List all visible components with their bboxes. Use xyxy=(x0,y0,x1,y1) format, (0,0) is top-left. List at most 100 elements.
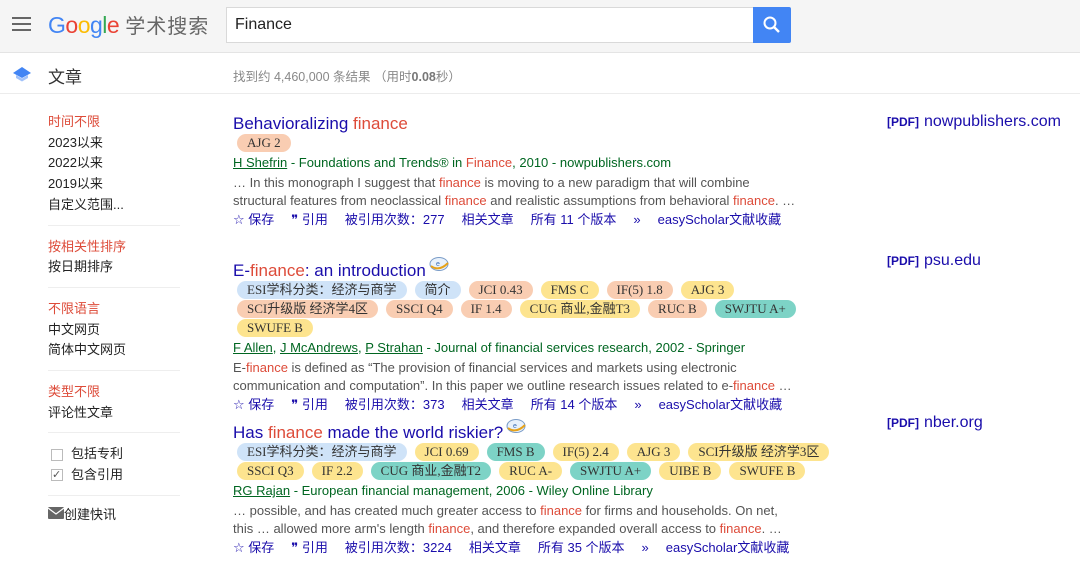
ranking-tag: IF(5) 2.4 xyxy=(552,443,619,461)
ranking-tags: ESI学科分类：经济与商学 JCI 0.69 FMS B IF(5) 2.4 AJG 3… xyxy=(237,443,867,481)
result-title-link[interactable]: Behavioralizing finance xyxy=(233,113,873,135)
ranking-tag: IF(5) 1.8 xyxy=(606,281,673,299)
result-title-link[interactable]: Has finance made the world riskier? e xyxy=(233,418,873,444)
save-button[interactable]: ☆ 保存 xyxy=(233,395,274,415)
related-articles-link[interactable]: 相关文章 xyxy=(462,210,514,230)
text-segment: - Foundations and Trends® in xyxy=(287,155,466,170)
result-actions: ☆ 保存 ❞ 引用 被引用次数：373 相关文章 所有 14 个版本 » easySchol… xyxy=(233,395,873,415)
easyscholar-icon[interactable]: e xyxy=(505,418,527,440)
filter-option[interactable]: 不限语言 xyxy=(48,299,180,320)
filter-option[interactable]: 2022以来 xyxy=(48,153,180,174)
text-segment: - Journal of financial services research… xyxy=(422,340,746,355)
all-versions-link[interactable]: 所有 35 个版本 xyxy=(538,538,625,558)
highlight-term: finance xyxy=(733,378,775,393)
ranking-tag: 简介 xyxy=(414,281,461,299)
text-segment: … xyxy=(774,378,792,393)
easyscholar-save-link[interactable]: easyScholar文献收藏 xyxy=(666,538,790,558)
search-result: Has finance made the world riskier? e ESI学… xyxy=(233,418,873,558)
result-authors-source: H Shefrin - Foundations and Trends® in F… xyxy=(233,154,873,172)
filter-group: 按相关性排序 按日期排序 xyxy=(48,237,180,288)
more-icon[interactable]: » xyxy=(642,538,649,558)
checkbox-group: 包括专利 ✓ 包含引用 xyxy=(48,444,180,496)
highlight-term: finance xyxy=(250,261,305,280)
checkbox[interactable]: ✓ xyxy=(51,469,63,482)
separator: , xyxy=(272,340,280,355)
related-articles-link[interactable]: 相关文章 xyxy=(469,538,521,558)
header: Google 学术搜索 xyxy=(0,0,1080,53)
cite-label: 引用 xyxy=(301,212,328,227)
easyscholar-save-link[interactable]: easyScholar文献收藏 xyxy=(658,210,782,230)
pdf-link[interactable]: [PDF] nber.org xyxy=(887,414,983,432)
save-button[interactable]: ☆ 保存 xyxy=(233,210,274,230)
filter-option[interactable]: 时间不限 xyxy=(48,112,180,133)
filter-option[interactable]: 按日期排序 xyxy=(48,257,180,278)
search-input[interactable] xyxy=(226,7,754,43)
checkbox-label: 包含引用 xyxy=(71,467,124,483)
ranking-tag: CUG 商业,金融T3 xyxy=(519,300,641,318)
filter-option[interactable]: 简体中文网页 xyxy=(48,340,180,361)
more-icon[interactable]: » xyxy=(633,210,640,230)
all-versions-link[interactable]: 所有 11 个版本 xyxy=(531,210,617,230)
result-stats: 找到约 4,460,000 条结果 （用时0.08秒） xyxy=(233,66,461,85)
svg-text:e: e xyxy=(513,423,517,430)
author-link[interactable]: F Allen xyxy=(233,340,273,355)
filter-option[interactable]: 类型不限 xyxy=(48,382,180,403)
ranking-tag: SCI升级版 经济学3区 xyxy=(688,443,830,461)
checkbox[interactable] xyxy=(51,448,63,461)
highlight-term: finance xyxy=(444,193,487,208)
section-articles[interactable]: 文章 xyxy=(48,63,82,88)
cited-by-link[interactable]: 被引用次数：373 xyxy=(345,395,445,415)
filter-option[interactable]: 中文网页 xyxy=(48,320,180,341)
save-button[interactable]: ☆ 保存 xyxy=(233,538,274,558)
cite-button[interactable]: ❞ 引用 xyxy=(291,210,328,230)
stats-prefix: 找到约 4,460,000 条结果 （用时 xyxy=(233,70,412,84)
ranking-tag: SWJTU A+ xyxy=(570,462,652,480)
cited-by-link[interactable]: 被引用次数：3224 xyxy=(345,538,452,558)
filter-option[interactable]: 自定义范围... xyxy=(48,195,180,216)
highlight-term: finance xyxy=(733,193,775,208)
ranking-tags: ESI学科分类：经济与商学 简介 JCI 0.43 FMS C IF(5) 1.8 AJG… xyxy=(237,281,867,338)
create-alert-link[interactable]: 创建快讯 xyxy=(47,505,180,526)
highlight-term: finance xyxy=(719,521,762,536)
quote-icon: ❞ xyxy=(291,212,302,227)
pdf-link[interactable]: [PDF] nowpublishers.com xyxy=(887,113,1061,131)
text-segment: … possible, and has created much greater… xyxy=(233,503,541,518)
snippet-line: communication and computation”. In this … xyxy=(233,377,873,395)
filter-option[interactable]: 2023以来 xyxy=(48,133,180,154)
easyscholar-icon[interactable]: e xyxy=(428,256,450,278)
all-versions-link[interactable]: 所有 14 个版本 xyxy=(531,395,618,415)
highlight-term: finance xyxy=(353,114,408,133)
text-segment: - European financial management, 2006 - … xyxy=(290,483,653,498)
checkbox-option[interactable]: ✓ 包含引用 xyxy=(48,465,180,486)
checkbox-option[interactable]: 包括专利 xyxy=(48,444,180,465)
snippet-line: E-finance is defined as “The provision o… xyxy=(233,359,873,377)
filter-option[interactable]: 评论性文章 xyxy=(48,403,180,424)
pdf-link[interactable]: [PDF] psu.edu xyxy=(887,252,981,270)
google-scholar-logo[interactable]: Google 学术搜索 xyxy=(48,10,209,39)
cite-button[interactable]: ❞ 引用 xyxy=(291,538,328,558)
filter-option[interactable]: 按相关性排序 xyxy=(48,237,180,258)
text-segment: , and therefore expanded overall access … xyxy=(470,521,720,536)
cited-by-link[interactable]: 被引用次数：277 xyxy=(345,210,445,230)
ranking-tag: RUC A- xyxy=(499,462,563,480)
ranking-tag: UIBE B xyxy=(659,462,722,480)
author-link[interactable]: H Shefrin xyxy=(233,155,287,170)
author-link[interactable]: J McAndrews xyxy=(280,340,358,355)
author-link[interactable]: P Strahan xyxy=(365,340,423,355)
author-link[interactable]: RG Rajan xyxy=(233,483,290,498)
menu-icon[interactable] xyxy=(12,17,31,31)
result-snippet: … In this monograph I suggest that finan… xyxy=(233,174,873,210)
related-articles-link[interactable]: 相关文章 xyxy=(462,395,514,415)
highlight-term: Finance xyxy=(465,155,513,170)
subheader: 文章 找到约 4,460,000 条结果 （用时0.08秒） xyxy=(0,54,1080,94)
text-segment: : an introduction xyxy=(304,261,426,280)
more-icon[interactable]: » xyxy=(634,395,641,415)
result-title-link[interactable]: E-finance: an introduction e xyxy=(233,256,873,282)
save-label: 保存 xyxy=(248,540,275,555)
filter-option[interactable]: 2019以来 xyxy=(48,174,180,195)
easyscholar-save-link[interactable]: easyScholar文献收藏 xyxy=(659,395,783,415)
cite-button[interactable]: ❞ 引用 xyxy=(291,395,328,415)
ranking-tag: AJG 3 xyxy=(626,443,681,461)
search-button[interactable] xyxy=(753,7,791,43)
search-icon xyxy=(763,16,780,33)
